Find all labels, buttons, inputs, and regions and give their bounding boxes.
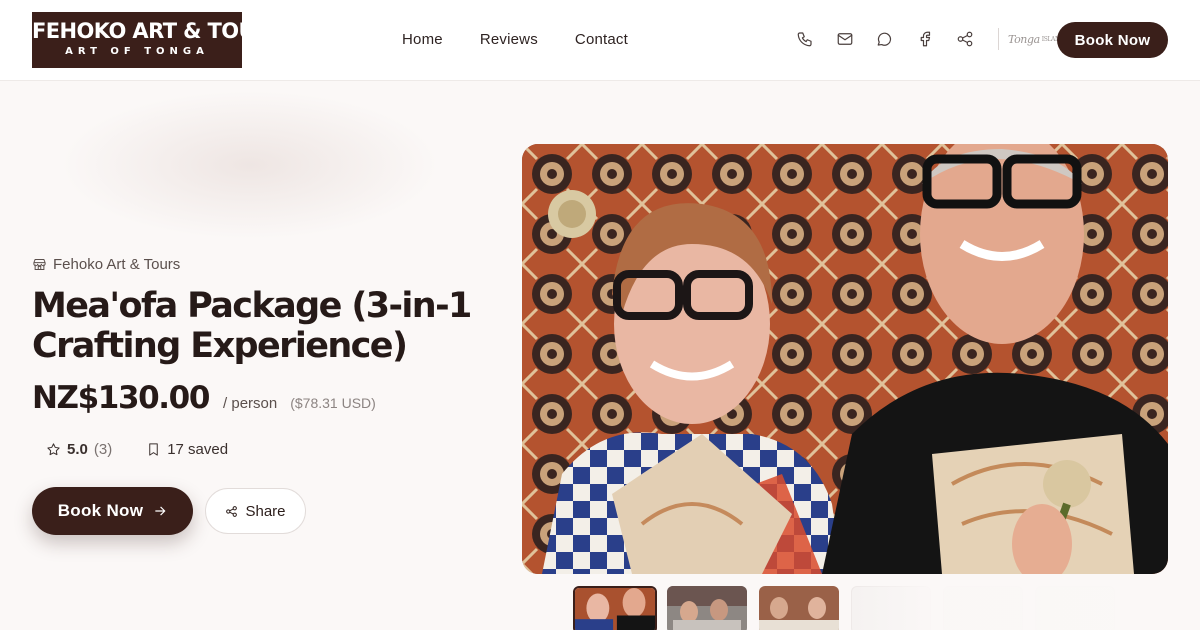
share-label: Share (245, 502, 286, 520)
nav-home-link[interactable]: Home (402, 31, 443, 48)
arrow-right-icon (155, 506, 166, 516)
brand-logo-main: FEHOKO ART & TOURS (32, 19, 286, 43)
operator-label[interactable]: Fehoko Art & Tours (32, 256, 180, 273)
store-icon (33, 259, 46, 270)
share-icon[interactable] (954, 28, 976, 50)
thumbnail-illustration (667, 586, 747, 630)
nav-reviews-link[interactable]: Reviews (480, 31, 538, 48)
thumbnail-illustration (759, 586, 839, 630)
gallery-thumbnail[interactable] (573, 586, 657, 630)
book-now-label: Book Now (57, 501, 144, 520)
star-icon (47, 443, 60, 456)
price-value: NZ$130.00 (32, 380, 210, 416)
price-usd: ($78.31 USD) (290, 395, 376, 411)
gallery-thumbnail[interactable] (667, 586, 747, 630)
site-header: FEHOKO ART & TOURS ART OF TONGA Home Rev… (0, 0, 1200, 81)
brand-logo-sub: ART OF TONGA (65, 46, 209, 57)
operator-name: Fehoko Art & Tours (53, 256, 181, 273)
phone-icon[interactable] (794, 28, 816, 50)
gallery-thumbnail[interactable] (759, 586, 839, 630)
rating-value: 5.0 (67, 441, 88, 458)
share-icon (226, 505, 238, 517)
book-now-button[interactable]: Book Now (32, 487, 193, 535)
price-row: NZ$130.00 / person ($78.31 USD) (32, 380, 376, 416)
mail-icon[interactable] (834, 28, 856, 50)
saved-count-label: 17 saved (167, 441, 229, 458)
header-book-now-button[interactable]: Book Now (1057, 22, 1168, 58)
message-icon[interactable] (874, 28, 896, 50)
share-button[interactable]: Share (205, 488, 306, 534)
nav-contact-link[interactable]: Contact (575, 31, 628, 48)
thumbnails-fade (840, 584, 1140, 630)
brand-logo[interactable]: FEHOKO ART & TOURS ART OF TONGA (32, 12, 286, 68)
price-unit: / person (223, 395, 278, 412)
hero-background-blur (60, 90, 440, 240)
meta-row: 5.0 (3) 17 saved (46, 441, 228, 458)
header-contact-icons: Tonga ISLAND (794, 28, 1065, 50)
thumbnail-illustration (575, 588, 655, 630)
header-divider (998, 28, 999, 50)
saved-count[interactable]: 17 saved (146, 441, 228, 458)
hero-image[interactable] (522, 144, 1168, 574)
bookmark-icon (149, 443, 158, 456)
tonga-partner-logo[interactable]: Tonga ISLAND (1008, 32, 1065, 46)
hero-photo-illustration (522, 144, 1168, 574)
tonga-logo-text: Tonga (1008, 32, 1040, 46)
rating-count[interactable]: (3) (94, 441, 112, 458)
main-nav: Home Reviews Contact (402, 31, 628, 48)
facebook-icon[interactable] (914, 28, 936, 50)
page-title: Mea'ofa Package (3-in-1 Crafting Experie… (32, 286, 472, 366)
